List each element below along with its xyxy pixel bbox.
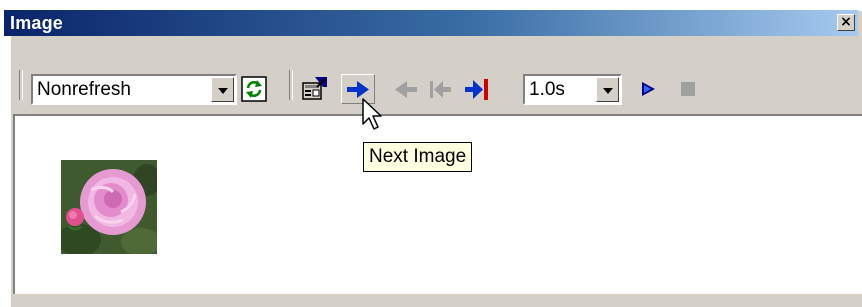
refresh-button[interactable] [239, 74, 269, 104]
close-button[interactable]: × [837, 14, 855, 31]
refresh-mode-value: Nonrefresh [37, 79, 131, 100]
last-image-button[interactable] [462, 74, 492, 104]
title-bar[interactable]: Image × [4, 10, 858, 36]
first-image-icon [430, 81, 451, 98]
previous-arrow-icon [395, 81, 417, 98]
stop-icon [681, 82, 695, 96]
refresh-icon [241, 76, 267, 102]
properties-icon [302, 77, 327, 100]
interval-dropdown-button[interactable] [596, 77, 619, 102]
properties-button[interactable] [300, 74, 330, 104]
play-icon [642, 82, 655, 96]
interval-select[interactable]: 1.0s [523, 74, 622, 105]
first-image-button[interactable] [425, 74, 455, 104]
interval-value: 1.0s [529, 79, 565, 100]
window-bottom-border [13, 294, 862, 296]
play-button[interactable] [633, 74, 663, 104]
next-arrow-icon [347, 81, 369, 98]
toolbar-grip[interactable] [19, 70, 23, 100]
refresh-mode-select[interactable]: Nonrefresh [31, 74, 237, 105]
previous-image-button[interactable] [391, 74, 421, 104]
rose-image-thumbnail[interactable] [61, 160, 157, 254]
toolbar-separator [289, 70, 293, 100]
window-title: Image [10, 13, 64, 33]
toolbar: Nonrefresh 1.0s [13, 58, 862, 118]
next-image-tooltip: Next Image [363, 142, 473, 172]
refresh-mode-dropdown-button[interactable] [211, 77, 234, 102]
arrow-cursor-icon [362, 98, 382, 130]
stop-button[interactable] [673, 74, 703, 104]
mouse-cursor [362, 98, 386, 137]
rose-image [61, 160, 157, 254]
last-image-icon [465, 79, 488, 100]
